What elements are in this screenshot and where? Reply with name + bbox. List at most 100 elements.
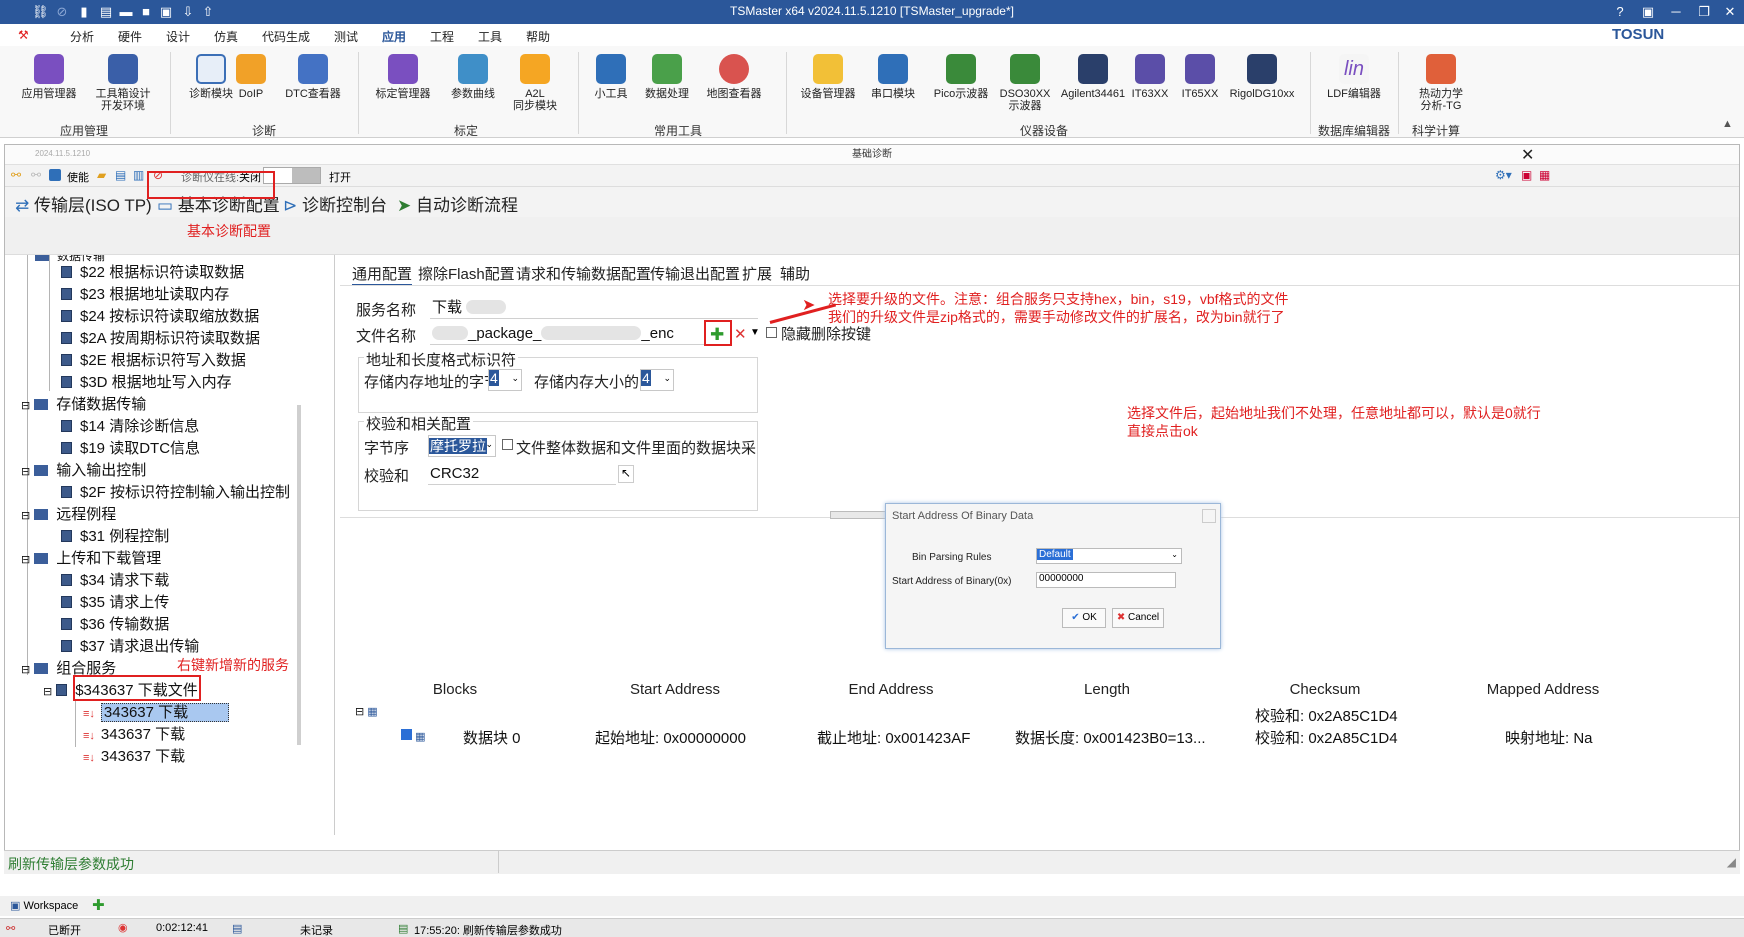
tree-folder[interactable]: ⊟ 远程例程: [21, 503, 116, 524]
tree-folder[interactable]: ⊟ 上传和下载管理: [21, 547, 161, 568]
save-all-icon[interactable]: ▥: [133, 168, 144, 182]
dialog-cancel-button[interactable]: ✖ Cancel: [1112, 608, 1164, 628]
settings-wrench-icon[interactable]: ⚙▾: [1495, 168, 1512, 182]
mem-addr-spinner[interactable]: 4 ⌄: [488, 369, 522, 391]
menu-analysis[interactable]: 分析: [70, 28, 94, 45]
tree-item[interactable]: $2A 按周期标识符读取数据: [61, 327, 260, 348]
tree-step[interactable]: ≡↓ 343637 下载: [83, 723, 185, 744]
workspace-tab[interactable]: ▣ Workspace: [10, 899, 78, 912]
bin-rules-select[interactable]: Default ⌄: [1036, 548, 1182, 564]
ribbon-data-processing[interactable]: 数据处理: [632, 54, 702, 100]
subtab-extension[interactable]: 扩展: [742, 263, 772, 284]
ribbon-param-curve[interactable]: 参数曲线: [438, 54, 508, 100]
help-button[interactable]: ?: [1608, 3, 1632, 21]
tree-item[interactable]: $14 清除诊断信息: [61, 415, 199, 436]
menu-design[interactable]: 设计: [166, 28, 190, 45]
hide-delete-checkbox[interactable]: [766, 327, 777, 338]
subtab-auxiliary[interactable]: 辅助: [780, 263, 810, 284]
minimize-button[interactable]: ─: [1664, 3, 1688, 21]
ribbon-app-manager[interactable]: 应用管理器: [14, 54, 84, 100]
dialog-close-icon[interactable]: [1202, 509, 1216, 523]
ribbon-device-manager[interactable]: 设备管理器: [792, 54, 864, 100]
menu-project[interactable]: 工程: [430, 28, 454, 45]
menu-test[interactable]: 测试: [334, 28, 358, 45]
grid-header-start-address[interactable]: Start Address: [565, 681, 785, 698]
menu-tools[interactable]: 工具: [478, 28, 502, 45]
close-button[interactable]: ✕: [1718, 3, 1742, 21]
grid-header-blocks[interactable]: Blocks: [385, 681, 525, 698]
ribbon-calib-manager[interactable]: 标定管理器: [368, 54, 438, 100]
tree-item[interactable]: $36 传输数据: [61, 613, 169, 634]
folder-icon[interactable]: ▰: [97, 168, 106, 182]
subtab-transfer-exit[interactable]: 传输退出配置: [650, 263, 740, 284]
file-dropdown-icon[interactable]: ▼: [750, 327, 760, 338]
checksum-field[interactable]: CRC32: [428, 463, 616, 485]
tree-item[interactable]: $23 根据地址读取内存: [61, 283, 229, 304]
menu-help[interactable]: 帮助: [526, 28, 550, 45]
app-logo-icon[interactable]: ⚒: [18, 28, 29, 42]
grid-collapse-icon[interactable]: ⊟ ▦: [355, 705, 378, 718]
tree-folder[interactable]: ⊟ 输入输出控制: [21, 459, 146, 480]
tab-transport-layer[interactable]: ⇄ 传输层(ISO TP): [15, 191, 152, 216]
delete-file-button[interactable]: ✕: [734, 325, 747, 343]
save-icon[interactable]: ▤: [115, 168, 126, 182]
service-name-field[interactable]: 下载: [430, 297, 758, 319]
layout-button[interactable]: ▣: [1636, 3, 1660, 21]
ribbon-map-viewer[interactable]: 地图查看器: [698, 54, 770, 100]
collapse-ribbon-icon[interactable]: ▲: [1722, 118, 1733, 130]
resize-grip-icon[interactable]: ◢: [1727, 855, 1736, 869]
grid-header-length[interactable]: Length: [997, 681, 1217, 698]
add-workspace-button[interactable]: ✚: [92, 896, 105, 914]
ribbon-agilent[interactable]: Agilent34461: [1056, 54, 1130, 100]
menu-hardware[interactable]: 硬件: [118, 28, 142, 45]
tree-item[interactable]: $22 根据标识符读取数据: [61, 261, 244, 282]
ribbon-toolbox-ide[interactable]: 工具箱设计 开发环境: [88, 54, 158, 112]
grid-header-mapped-address[interactable]: Mapped Address: [1433, 681, 1653, 698]
layout-icon[interactable]: ▦: [1539, 168, 1550, 182]
tree-folder[interactable]: ⊟ 存储数据传输: [21, 393, 146, 414]
tree-item[interactable]: $19 读取DTC信息: [61, 437, 200, 458]
tree-scrollbar[interactable]: [297, 405, 301, 745]
dialog-ok-button[interactable]: ✔ OK: [1062, 608, 1106, 628]
subtab-general[interactable]: 通用配置: [352, 263, 413, 286]
tab-diag-console[interactable]: ⊳ 诊断控制台: [283, 191, 387, 216]
row-checkbox[interactable]: ▦: [401, 729, 425, 743]
byte-order-select[interactable]: 摩托罗拉 ⌄: [428, 435, 496, 457]
start-addr-input[interactable]: 00000000: [1036, 572, 1176, 588]
ribbon-ldf-editor[interactable]: lin LDF编辑器: [1316, 54, 1392, 100]
grid-header-end-address[interactable]: End Address: [781, 681, 1001, 698]
panel-icon[interactable]: ▣: [1521, 168, 1532, 182]
mem-size-spinner[interactable]: 4 ⌄: [640, 369, 674, 391]
tree-step-selected[interactable]: ≡↓ 343637 下载: [83, 701, 230, 722]
enable-checkbox[interactable]: [49, 169, 61, 181]
ribbon-rigol[interactable]: RigolDG10xx: [1224, 54, 1300, 100]
tree-item[interactable]: $31 例程控制: [61, 525, 169, 546]
tree-item[interactable]: $35 请求上传: [61, 591, 169, 612]
ribbon-serial-module[interactable]: 串口模块: [858, 54, 928, 100]
unlink-icon[interactable]: ⚯: [31, 168, 41, 182]
ribbon-thermo-analysis[interactable]: 热动力学 分析-TG: [1406, 54, 1476, 112]
ribbon-pico-scope[interactable]: Pico示波器: [926, 54, 996, 100]
ribbon-dtc-viewer[interactable]: DTC查看器: [278, 54, 348, 100]
tree-item[interactable]: $24 按标识符读取缩放数据: [61, 305, 259, 326]
file-name-field[interactable]: _package_ _enc: [430, 323, 708, 345]
tree-item[interactable]: $37 请求退出传输: [61, 635, 199, 656]
tree-step[interactable]: ≡↓ 343637 下载: [83, 745, 185, 766]
tab-auto-diag-flow[interactable]: ➤ 自动诊断流程: [397, 191, 518, 216]
ribbon-it65xx[interactable]: IT65XX: [1170, 54, 1230, 100]
tree-item[interactable]: $3D 根据地址写入内存: [61, 371, 232, 392]
ribbon-a2l-sync[interactable]: A2L 同步模块: [500, 54, 570, 112]
menu-codegen[interactable]: 代码生成: [262, 28, 310, 45]
tree-item[interactable]: $34 请求下载: [61, 569, 169, 590]
subtab-erase-flash[interactable]: 擦除Flash配置: [418, 263, 515, 284]
subtab-request-transfer[interactable]: 请求和传输数据配置: [516, 263, 651, 284]
tree-item[interactable]: $2E 根据标识符写入数据: [61, 349, 246, 370]
ribbon-dso30xx[interactable]: DSO30XX 示波器: [990, 54, 1060, 112]
maximize-button[interactable]: ❐: [1692, 3, 1716, 21]
doc-close-icon[interactable]: ✕: [1521, 145, 1534, 165]
link-icon[interactable]: ⚯: [11, 168, 21, 182]
table-row[interactable]: ▦ 数据块 0 起始地址: 0x00000000 截止地址: 0x001423A…: [345, 727, 1593, 751]
pointer-icon[interactable]: ↖: [618, 465, 634, 483]
ribbon-doip[interactable]: DoIP: [226, 54, 276, 100]
tree-item[interactable]: $2F 按标识符控制输入输出控制: [61, 481, 290, 502]
